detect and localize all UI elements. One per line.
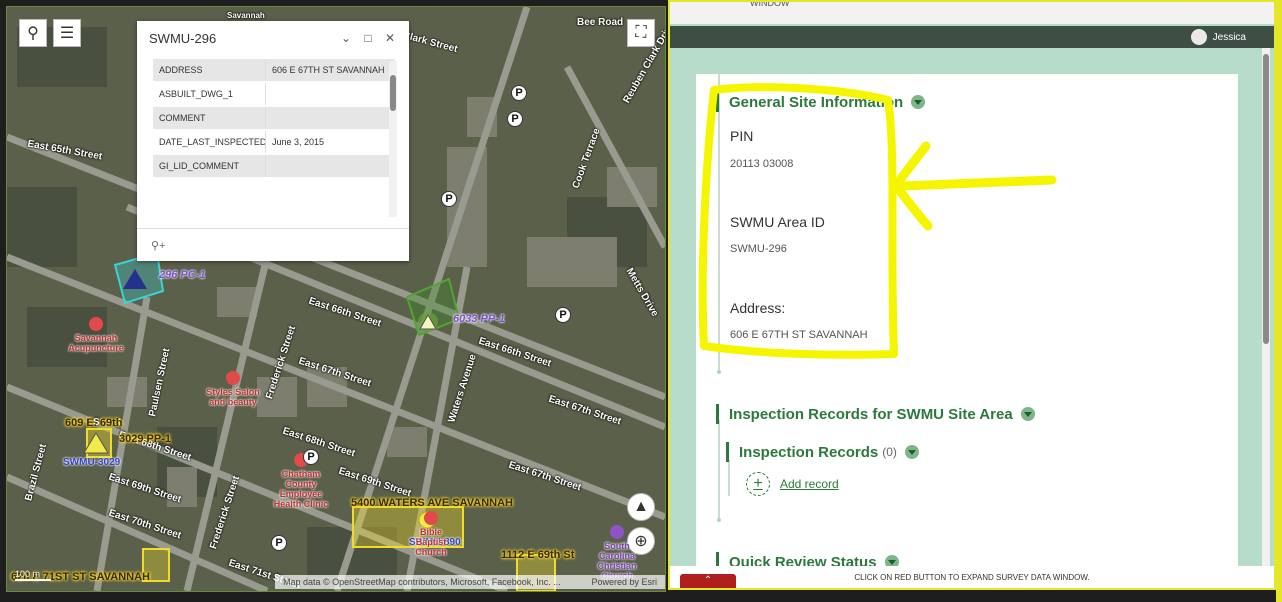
chevron-down-icon[interactable] (911, 95, 926, 109)
map-attribution: Map data © OpenStreetMap contributors, M… (275, 575, 665, 589)
timeline-dot (717, 518, 721, 522)
double-chevron-up-icon: ⌃ (703, 575, 713, 586)
parking-icon: P (555, 307, 571, 323)
feature-label-3029-pp1[interactable]: 3029 PP-1 (119, 433, 171, 445)
add-record-button[interactable]: + Add record (746, 472, 839, 496)
parking-icon: P (441, 191, 457, 207)
compass-button[interactable]: ▲ (627, 493, 655, 521)
poi-acupuncture[interactable]: Savannah Acupuncture (61, 317, 131, 353)
pin-label: PIN (730, 128, 754, 144)
address-value: 606 E 67TH ST SAVANNAH (730, 329, 868, 341)
dock-icon[interactable]: □ (357, 31, 379, 45)
highlight-border (1276, 0, 1282, 602)
poi-church-2[interactable]: South Carolina Christian Church (587, 525, 647, 581)
poi-pin-icon (226, 371, 240, 385)
section-inspection-records[interactable]: Inspection Records (0) (726, 442, 919, 462)
close-icon[interactable]: ✕ (379, 31, 401, 45)
chevron-down-icon[interactable] (904, 445, 919, 459)
feature-label-1112-e69th[interactable]: 1112 E 69th St (501, 549, 574, 561)
feature-label-296-pc1[interactable]: 296 PC-1 (159, 269, 205, 281)
expand-survey-button[interactable]: ⌃ (680, 574, 736, 588)
map-view[interactable]: ⚲ ☰ ⛶ ▲ ⊕ East 65th Street East 66th Str… (6, 6, 666, 592)
fullscreen-button[interactable]: ⛶ (627, 19, 655, 47)
layers-button[interactable]: ☰ (53, 19, 81, 47)
table-row: DATE_LAST_INSPECTED June 3, 2015 (153, 131, 395, 155)
popup-scrollbar[interactable] (389, 61, 397, 217)
popup-title: SWMU-296 (149, 30, 217, 46)
poi-church[interactable]: Bible Baptist Church (405, 511, 457, 557)
parking-icon: P (271, 535, 287, 551)
compass-icon: ▲ (633, 498, 649, 515)
pin-value: 20113 03008 (730, 158, 794, 170)
street-label: Bee Road (577, 17, 624, 28)
user-name[interactable]: Jessica (1213, 32, 1246, 43)
timeline-dot (717, 370, 721, 374)
parking-icon: P (507, 111, 523, 127)
popup-attribute-table: ADDRESS 606 E 67TH ST SAVANNAH ASBUILT_D… (153, 59, 395, 219)
swmu-area-id-label: SWMU Area ID (730, 214, 825, 230)
survey-scrollbar[interactable] (1262, 48, 1270, 568)
popup-footer: ⚲+ (137, 228, 409, 261)
section-inspection-records-swmu[interactable]: Inspection Records for SWMU Site Area (716, 404, 1035, 424)
chevron-down-icon[interactable] (1020, 407, 1035, 421)
search-button[interactable]: ⚲ (19, 19, 47, 47)
feature-popup: SWMU-296 ⌄ □ ✕ ADDRESS 606 E 67TH ST SAV… (137, 21, 409, 261)
table-row: ASBUILT_DWG_1 (153, 83, 395, 107)
scale-bar: 100 m (15, 569, 51, 581)
table-row: ADDRESS 606 E 67TH ST SAVANNAH (153, 59, 395, 83)
section-general-site-information[interactable]: General Site Information (716, 92, 926, 112)
poi-pin-icon (610, 525, 624, 539)
address-label: Address: (730, 300, 786, 316)
records-count: (0) (882, 445, 897, 459)
form-timeline (718, 420, 720, 520)
swmu-area-id-value: SWMU-296 (730, 243, 787, 255)
collapse-icon[interactable]: ⌄ (335, 31, 357, 45)
feature-label-5400-waters[interactable]: 5400 WATERS AVE SAVANNAH (351, 497, 513, 509)
survey-form-card: General Site Information PIN 20113 03008… (696, 74, 1238, 572)
bottom-instruction-bar: CLICK ON RED BUTTON TO EXPAND SURVEY DAT… (670, 566, 1274, 588)
avatar[interactable] (1190, 29, 1207, 45)
form-timeline (728, 460, 730, 496)
feature-label-swmu-3029[interactable]: SWMU-3029 (63, 457, 120, 468)
plus-icon: + (746, 472, 770, 496)
street-label: Savannah (227, 11, 265, 20)
poi-pin-icon (89, 317, 103, 331)
table-row: GI_LID_COMMENT (153, 155, 395, 179)
table-row: COMMENT (153, 107, 395, 131)
layers-icon: ☰ (59, 25, 75, 42)
poi-health-clinic[interactable]: Chatham County Employee Health Clinic (269, 453, 333, 509)
survey-pane: WINDOW Jessica General Site Information … (668, 0, 1276, 590)
poi-pin-icon (424, 511, 438, 525)
search-icon: ⚲ (27, 25, 39, 42)
survey-top-strip: WINDOW (670, 2, 1274, 24)
popup-header: SWMU-296 ⌄ □ ✕ (137, 21, 409, 55)
fullscreen-icon: ⛶ (635, 24, 647, 41)
poi-beauty-salon[interactable]: Styles Salon and beauty (203, 371, 263, 407)
form-timeline (718, 74, 720, 374)
feature-label-609-e69th[interactable]: 609 E. 69th (65, 417, 122, 429)
parking-icon: P (303, 449, 319, 465)
parking-icon: P (511, 85, 527, 101)
zoom-to-icon[interactable]: ⚲+ (151, 239, 165, 252)
user-bar: Jessica (670, 26, 1274, 48)
feature-label-6033-pp1[interactable]: 6033 PP-1 (453, 313, 505, 325)
